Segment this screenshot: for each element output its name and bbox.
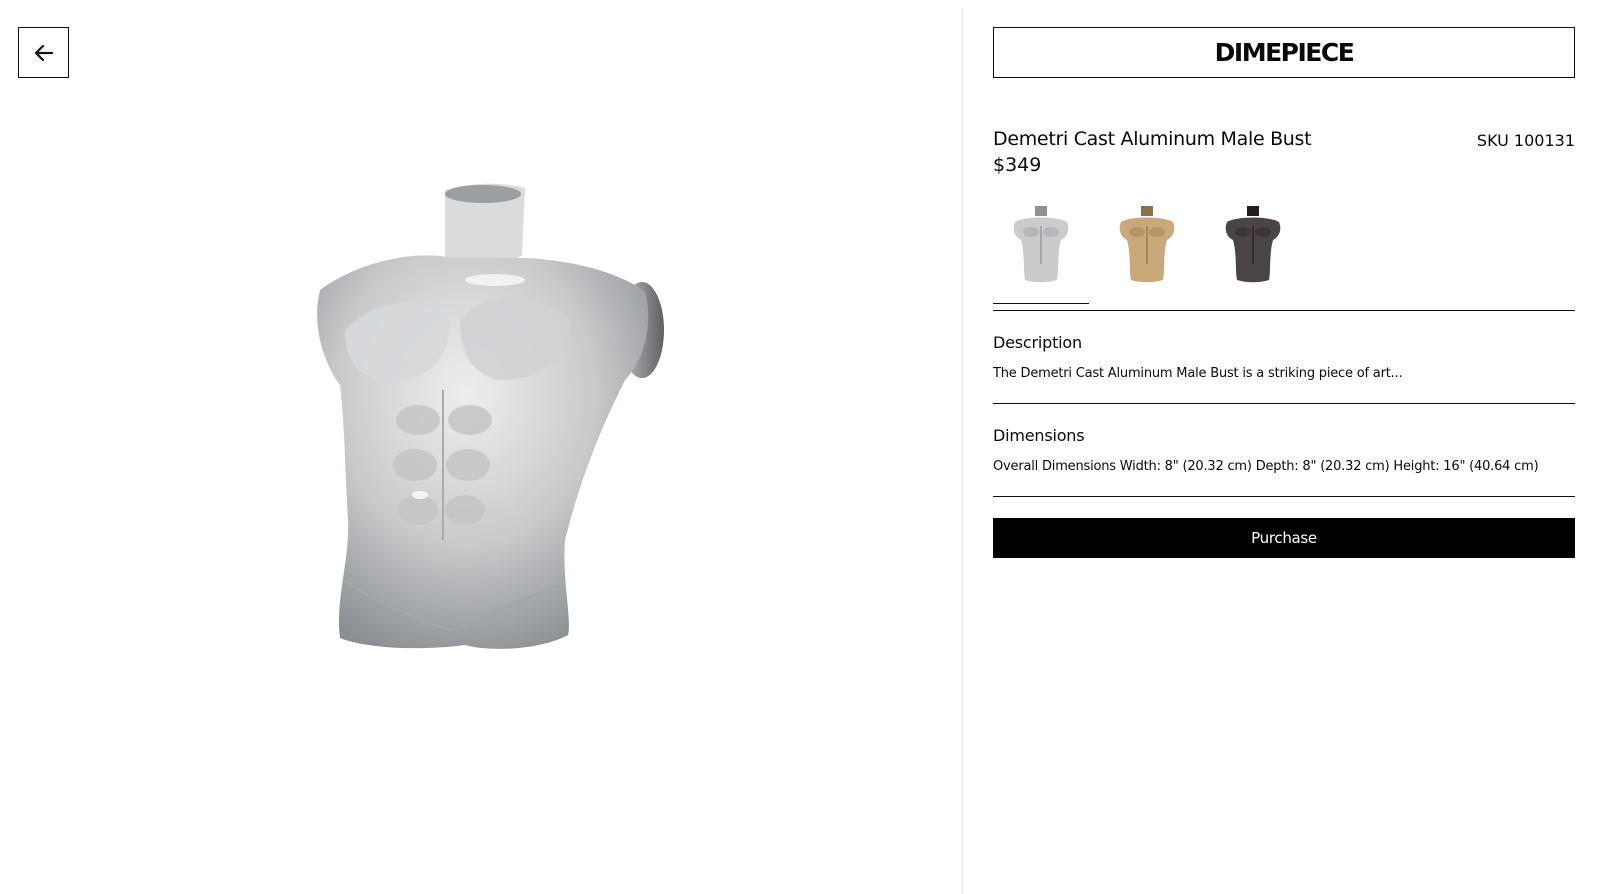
description-text: The Demetri Cast Aluminum Male Bust is a… [993,366,1403,381]
variant-swatch-silver[interactable] [993,198,1089,304]
dimensions-heading: Dimensions [993,426,1085,445]
variant-swatch-dark[interactable] [1205,198,1301,290]
description-section: Description The Demetri Cast Aluminum Ma… [993,311,1575,404]
brand-logo[interactable]: DIMEPIECE [993,27,1575,78]
bust-thumbnail-icon [1119,206,1175,283]
bust-thumbnail-icon [1225,206,1281,283]
back-button[interactable] [18,27,69,78]
bust-3d-model[interactable] [300,180,700,670]
variant-swatch-gold[interactable] [1099,198,1195,290]
panel-divider [962,8,963,894]
product-title: Demetri Cast Aluminum Male Bust [993,128,1312,150]
product-panel: DIMEPIECE Demetri Cast Aluminum Male Bus… [993,27,1575,558]
description-heading: Description [993,333,1082,352]
bust-thumbnail-icon [1013,206,1069,283]
purchase-button[interactable]: Purchase [993,518,1575,558]
dimensions-section: Dimensions Overall Dimensions Width: 8" … [993,404,1575,497]
product-sku: SKU 100131 [1476,131,1575,150]
dimensions-text: Overall Dimensions Width: 8" (20.32 cm) … [993,459,1539,474]
product-price: $349 [993,154,1042,176]
variant-selector [993,198,1575,311]
arrow-left-icon [34,44,53,61]
model-viewer[interactable] [0,0,962,894]
torso-render [317,183,664,649]
